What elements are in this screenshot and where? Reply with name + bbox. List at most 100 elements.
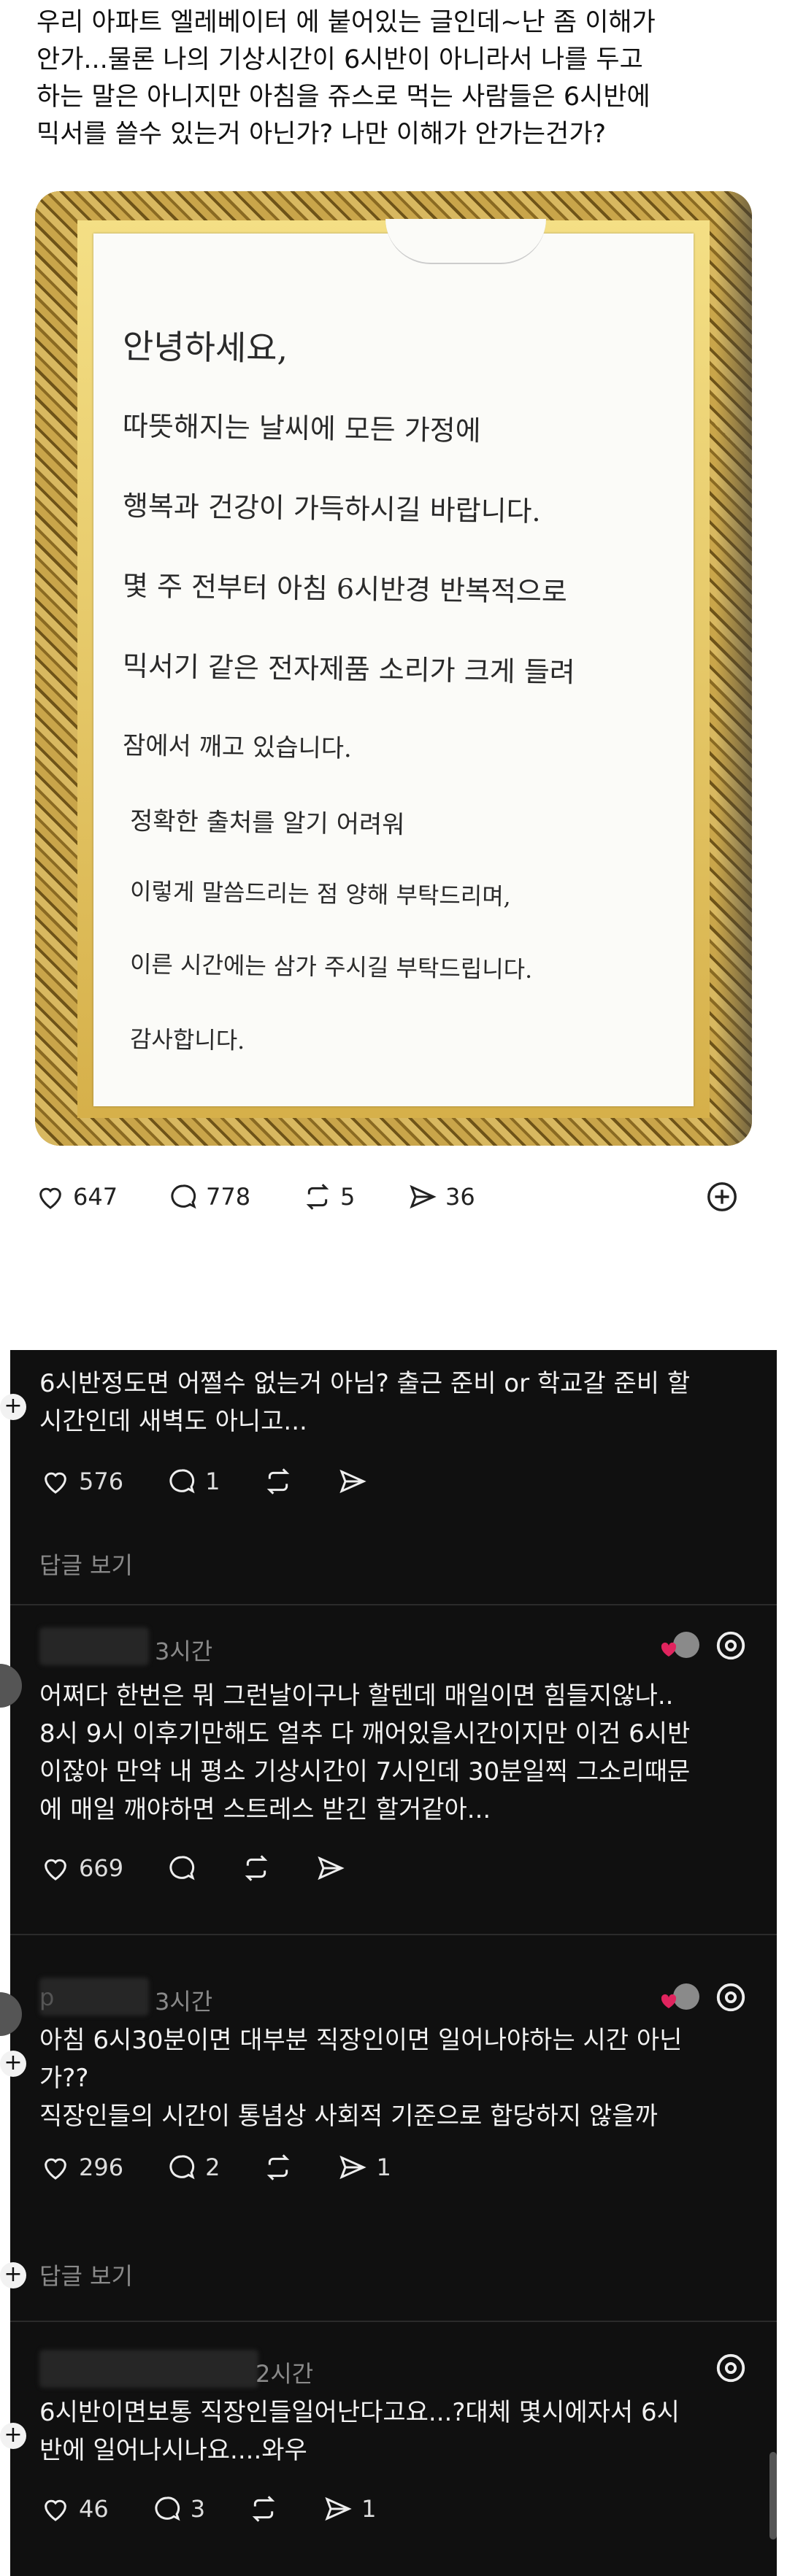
notice-line: 정확한 출처를 알기 어려워 (129, 806, 405, 840)
like-count: 296 (79, 2153, 124, 2181)
reply-count: 3 (190, 2495, 206, 2523)
divider (10, 1604, 777, 1605)
post-line: 우리 아파트 엘레베이터 에 붙어있는 글인데~난 좀 이해가 (37, 8, 656, 37)
view-replies-link[interactable]: 답글 보기 (39, 2258, 133, 2291)
comment-badges (714, 2351, 748, 2385)
repost-button[interactable] (262, 2153, 294, 2182)
comment-line: 가?? (39, 2064, 89, 2093)
like-count: 46 (79, 2495, 109, 2523)
comment-bubble-icon (169, 1856, 195, 1881)
repost-icon (245, 1855, 268, 1881)
comment-button[interactable]: 778 (168, 1175, 250, 1219)
notice-line: 행복과 건강이 가득하시길 바랍니다. (122, 490, 541, 528)
comment-line: 6시반정도면 어쩔수 없는거 아님? 출근 준비 or 학교갈 준비 할 (39, 1369, 691, 1398)
username-initial: p (39, 1983, 55, 2011)
comment-line: 8시 9시 이후기만해도 얼추 다 깨어있을시간이지만 이건 6시반 (39, 1719, 691, 1748)
expand-icon[interactable]: + (0, 2423, 26, 2449)
post-action-bar: 647 778 5 36 (35, 1175, 752, 1219)
expand-icon[interactable]: + (0, 2051, 26, 2077)
comment-line: 반에 일어나시나요....와우 (39, 2436, 307, 2465)
comment-line: 6시반이면보통 직장인들일어난다고요...?대체 몇시에자서 6시 (39, 2398, 680, 2427)
expand-icon[interactable]: + (0, 2262, 26, 2288)
share-button[interactable]: 1 (337, 2153, 391, 2182)
comments-section: + 6시반정도면 어쩔수 없는거 아님? 출근 준비 or 학교갈 준비 할 시… (0, 1350, 777, 2576)
heart-icon (45, 1472, 66, 1494)
repost-button[interactable] (247, 2494, 280, 2523)
notice-line: 이렇게 말씀드리는 점 양해 부탁드리며, (129, 877, 512, 911)
add-button[interactable] (705, 1175, 746, 1219)
send-icon (339, 2155, 367, 2180)
repost-icon (252, 2496, 275, 2522)
reply-button[interactable]: 1 (166, 1467, 220, 1496)
notice-paper: 안녕하세요, 따뜻해지는 날씨에 모든 가정에 행복과 건강이 가득하시길 바랍… (93, 219, 694, 1106)
comment-badges (660, 1627, 748, 1664)
comment-time: 3시간 (155, 1988, 213, 2016)
reply-button[interactable]: 3 (151, 2494, 205, 2523)
like-button[interactable]: 576 (39, 1467, 123, 1496)
like-button[interactable]: 647 (35, 1175, 118, 1219)
liked-by-author-icon (661, 1983, 699, 2010)
comment-count: 778 (206, 1183, 251, 1211)
share-count: 1 (376, 2153, 391, 2181)
share-button[interactable]: 1 (322, 2494, 376, 2523)
scrollbar[interactable] (769, 2452, 777, 2540)
post-photo[interactable]: 안녕하세요, 따뜻해지는 날씨에 모든 가정에 행복과 건강이 가득하시길 바랍… (35, 191, 752, 1146)
threads-icon (716, 2353, 745, 2383)
like-count: 669 (79, 1854, 124, 1882)
avatar[interactable] (0, 1992, 22, 2036)
like-count: 576 (79, 1468, 124, 1495)
comment-actions: 669 (39, 1854, 389, 1883)
blurred-username (39, 1627, 149, 1665)
comment-time: 3시간 (155, 1638, 213, 1665)
post-line: 안가...물론 나의 기상시간이 6시반이 아니라서 나를 두고 (37, 45, 643, 74)
divider (10, 2321, 777, 2322)
avatar[interactable] (0, 1664, 22, 1708)
post-line: 하는 말은 아니지만 아침을 쥬스로 먹는 사람들은 6시반에 (37, 82, 650, 112)
comment-line: 이잖아 만약 내 평소 기상시간이 7시인데 30분일찍 그소리때문 (39, 1757, 691, 1786)
repost-icon (306, 1184, 329, 1210)
notice-line: 감사합니다. (129, 1025, 245, 1055)
heart-icon (45, 2158, 66, 2180)
view-replies-link[interactable]: 답글 보기 (39, 1547, 133, 1581)
blurred-username (39, 2350, 258, 2388)
post-line: 믹서를 쓸수 있는거 아닌가? 나만 이해가 안가는건가? (37, 120, 607, 149)
notice-line: 이른 시간에는 삼가 주시길 부탁드립니다. (129, 950, 533, 984)
divider (10, 1934, 777, 1935)
like-button[interactable]: 296 (39, 2153, 123, 2182)
share-button[interactable]: 36 (407, 1175, 475, 1219)
reply-count: 2 (205, 2153, 220, 2181)
send-icon (339, 1469, 367, 1494)
like-button[interactable]: 669 (39, 1854, 123, 1883)
plus-circle-icon (707, 1182, 737, 1211)
comment-line: 아침 6시30분이면 대부분 직장인이면 일어나야하는 시간 아닌 (39, 2026, 683, 2055)
send-icon (410, 1184, 437, 1209)
wall-shadow (715, 191, 752, 1146)
sheet-protector-notch (385, 219, 546, 264)
heart-icon (39, 1187, 61, 1209)
reply-button[interactable] (166, 1854, 198, 1883)
share-button[interactable] (337, 1467, 369, 1496)
reply-count: 1 (205, 1468, 220, 1495)
comment-line: 에 매일 깨야하면 스트레스 받긴 할거같아... (39, 1795, 491, 1824)
comment-bubble-icon (169, 2155, 195, 2180)
blurred-username (39, 1978, 149, 2016)
expand-icon[interactable]: + (0, 1394, 26, 1420)
repost-button[interactable] (240, 1854, 272, 1883)
repost-icon (267, 1468, 290, 1495)
comment: 6시반정도면 어쩔수 없는거 아님? 출근 준비 or 학교갈 준비 할 시간인… (39, 1365, 690, 1441)
post-text: 우리 아파트 엘레베이터 에 붙어있는 글인데~난 좀 이해가 안가...물론 … (37, 4, 759, 153)
share-button[interactable] (315, 1854, 347, 1883)
repost-button[interactable]: 5 (302, 1175, 355, 1219)
liked-by-author-icon (661, 1632, 699, 1658)
repost-count: 5 (340, 1183, 356, 1211)
like-button[interactable]: 46 (39, 2494, 109, 2523)
comment-line: 직장인들의 시간이 통념상 사회적 기준으로 합당하지 않을까 (39, 2102, 658, 2131)
heart-icon (45, 2499, 66, 2521)
notice-line: 따뜻해지는 날씨에 모든 가정에 (122, 409, 481, 447)
reply-button[interactable]: 2 (166, 2153, 220, 2182)
comment-bubble-icon (155, 2496, 180, 2521)
comment-actions: 296 2 1 (39, 2153, 434, 2182)
comment: 어쩌다 한번은 뭐 그런날이구나 할텐데 매일이면 힘들지않나.. 8시 9시 … (39, 1677, 690, 1829)
repost-button[interactable] (262, 1467, 294, 1496)
send-icon (325, 2496, 352, 2521)
